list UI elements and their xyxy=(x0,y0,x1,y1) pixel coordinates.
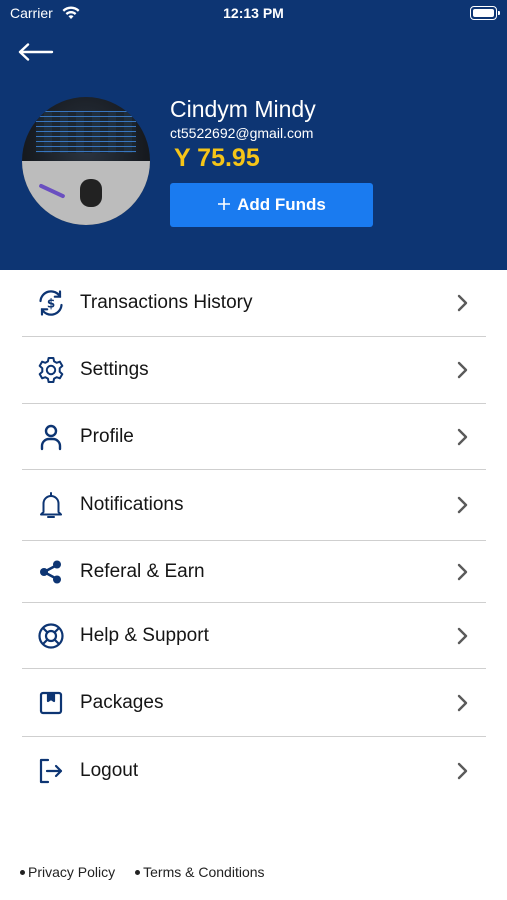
menu-item-label: Transactions History xyxy=(80,292,253,313)
wallet-balance: Y 75.95 xyxy=(174,144,260,172)
chevron-right-icon xyxy=(450,493,474,517)
menu-item-referal-earn[interactable]: Referal & Earn xyxy=(22,541,486,603)
chevron-right-icon xyxy=(450,759,474,783)
menu-item-label: Profile xyxy=(80,425,134,447)
menu-item-label: Logout xyxy=(80,760,139,781)
plus-icon xyxy=(217,195,231,215)
menu-item-packages[interactable]: Packages xyxy=(22,669,486,737)
menu-item-label: Notifications xyxy=(80,494,184,515)
user-email: ct5522692@gmail.com xyxy=(170,125,314,141)
chevron-right-icon xyxy=(450,358,474,382)
profile-header: Cindym Mindy ct5522692@gmail.com Y 75.95… xyxy=(0,28,507,270)
privacy-policy-label: Privacy Policy xyxy=(28,864,116,880)
svg-text:$: $ xyxy=(47,297,55,311)
bullet-icon xyxy=(20,869,25,875)
menu-item-logout[interactable]: Logout xyxy=(22,737,486,805)
chevron-right-icon xyxy=(450,691,474,715)
add-funds-label: Add Funds xyxy=(237,195,326,214)
arrow-left-icon xyxy=(18,43,54,65)
menu-item-settings[interactable]: Settings xyxy=(22,337,486,404)
terms-conditions-link[interactable]: Terms & Conditions xyxy=(135,864,265,880)
privacy-policy-link[interactable]: Privacy Policy xyxy=(20,864,115,880)
account-menu: $ Transactions History Settings Profile xyxy=(22,270,486,805)
menu-item-profile[interactable]: Profile xyxy=(22,404,486,470)
currency-exchange-icon: $ xyxy=(22,270,80,336)
chevron-right-icon xyxy=(450,425,474,449)
avatar[interactable] xyxy=(22,97,150,225)
gear-icon xyxy=(22,337,80,403)
bell-icon xyxy=(22,470,80,540)
menu-item-notifications[interactable]: Notifications xyxy=(22,470,486,541)
status-time: 12:13 PM xyxy=(223,5,284,21)
terms-conditions-label: Terms & Conditions xyxy=(143,864,265,880)
chevron-right-icon xyxy=(450,560,474,584)
menu-item-label: Packages xyxy=(80,691,164,713)
bullet-icon xyxy=(135,869,141,875)
menu-item-help-support[interactable]: Help & Support xyxy=(22,603,486,669)
add-funds-button[interactable]: Add Funds xyxy=(170,183,373,227)
lifebuoy-icon xyxy=(22,603,80,668)
menu-item-label: Help & Support xyxy=(80,624,209,646)
share-icon xyxy=(22,541,80,602)
chevron-right-icon xyxy=(450,291,474,315)
chevron-right-icon xyxy=(450,624,474,648)
battery-icon xyxy=(470,6,500,20)
person-icon xyxy=(22,404,80,469)
user-name: Cindym Mindy xyxy=(170,96,316,122)
status-bar: Carrier 12:13 PM xyxy=(0,0,507,28)
package-icon xyxy=(22,669,80,736)
menu-item-label: Referal & Earn xyxy=(80,560,205,582)
footer-links: Privacy Policy Terms & Conditions xyxy=(20,864,265,880)
back-button[interactable] xyxy=(18,40,60,68)
menu-item-transactions-history[interactable]: $ Transactions History xyxy=(22,270,486,337)
menu-item-label: Settings xyxy=(80,359,149,380)
logout-icon xyxy=(22,737,80,805)
